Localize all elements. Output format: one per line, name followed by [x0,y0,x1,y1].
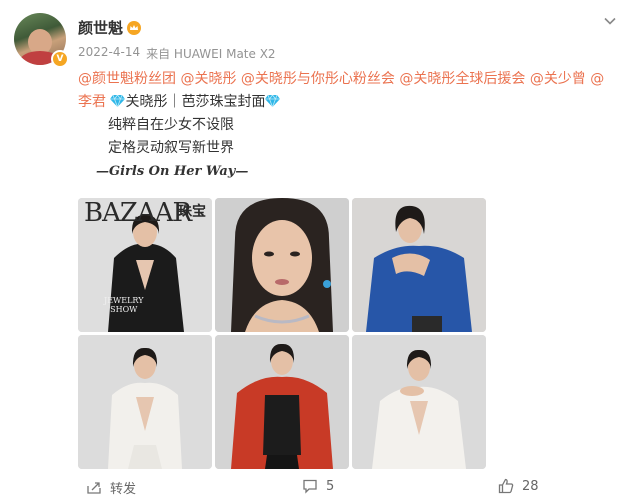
crown-icon [127,20,142,35]
mention-link[interactable]: @关少曾 [530,71,586,87]
photo-magazine-cover[interactable]: BAZAAR 珠宝 JEWELRY SHOW [78,198,212,332]
post-date[interactable]: 2022-4-14 [78,45,140,62]
blue-shirt-figure [352,198,486,332]
post-meta: 2022-4-14 来自 HUAWEI Mate X2 [78,45,276,62]
name-row: 颜世魁 [78,17,142,38]
photo-red-jacket[interactable] [215,335,349,469]
cover-sub1: JEWELRY [104,296,144,305]
photo-blue-shirt[interactable] [352,198,486,332]
comment-count: 5 [326,478,335,494]
photo-portrait-closeup[interactable] [215,198,349,332]
mention-link[interactable]: @关晓彤与你彤心粉丝会 [241,71,395,87]
closeup-figure [215,198,349,332]
photo-white-suit-2[interactable] [352,335,486,469]
post-source: 来自 HUAWEI Mate X2 [146,47,276,61]
action-bar: 转发 5 28 [0,478,633,503]
gem-icon [110,95,126,107]
post-headline: 关晓彤｜芭莎珠宝封面 [125,94,266,110]
cover-masthead: BAZAAR [84,198,192,228]
repost-icon [87,481,101,494]
comment-icon [303,479,317,494]
mention-link[interactable]: @颜世魁粉丝团 [78,71,176,87]
weibo-post: V 颜世魁 2022-4-14 来自 HUAWEI Mate X2 @颜世魁粉丝… [0,0,633,503]
like-icon [498,478,514,494]
post-content: @颜世魁粉丝团 @关晓彤 @关晓彤与你彤心粉丝会 @关晓彤全球后援会 @关少曾 … [78,68,618,183]
like-count: 28 [522,478,539,494]
cover-masthead-cn: 珠宝 [178,204,206,220]
photo-grid: BAZAAR 珠宝 JEWELRY SHOW [78,198,486,469]
verified-badge-icon: V [51,50,69,68]
username[interactable]: 颜世魁 [78,17,123,38]
post-line: 纯粹自在少女不设限 [108,117,234,133]
comment-button[interactable]: 5 [302,478,334,494]
repost-label: 转发 [110,482,137,497]
cover-subtitle: JEWELRY SHOW [104,296,143,314]
post-line: 定格灵动叙写新世界 [108,140,234,156]
post-signature: —Girls On Her Way— [96,164,249,179]
red-jacket-figure [215,335,349,469]
mention-link[interactable]: @关晓彤 [180,71,236,87]
chevron-down-icon[interactable] [603,14,617,28]
gem-icon [265,95,281,107]
white-suit-figure-2 [352,335,486,469]
cover-sub2: SHOW [110,305,138,314]
repost-button[interactable]: 转发 [86,478,136,497]
photo-white-suit-1[interactable] [78,335,212,469]
white-suit-figure-1 [78,335,212,469]
mention-link[interactable]: @关晓彤全球后援会 [399,71,525,87]
like-button[interactable]: 28 [498,478,539,494]
